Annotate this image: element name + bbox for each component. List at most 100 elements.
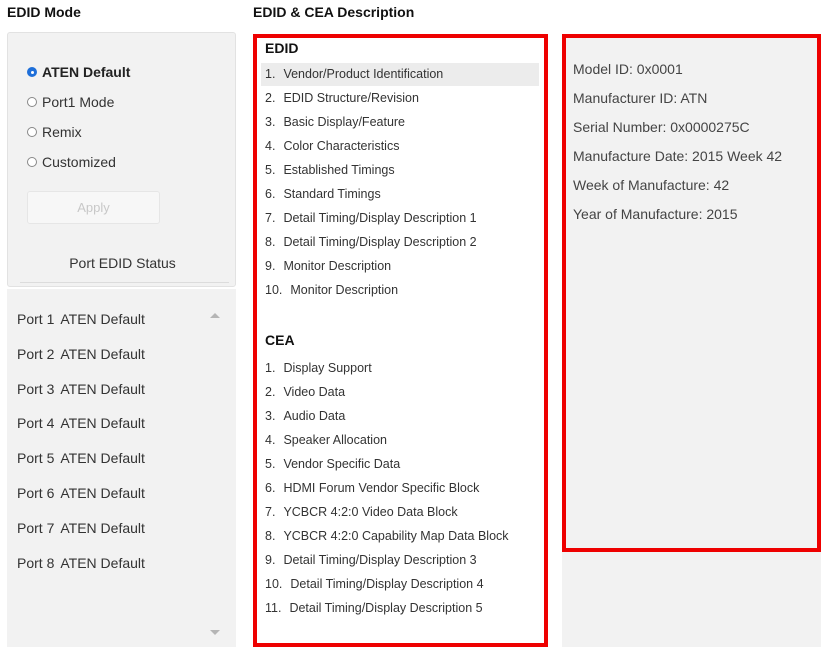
item-label: HDMI Forum Vendor Specific Block — [283, 481, 480, 495]
item-number: 10. — [265, 283, 283, 297]
cea-group-title: CEA — [265, 332, 295, 348]
edid-list-item[interactable]: 8. Detail Timing/Display Description 2 — [257, 231, 544, 254]
cea-list-item[interactable]: 8. YCBCR 4:2:0 Capability Map Data Block — [257, 525, 544, 548]
apply-button[interactable]: Apply — [27, 191, 160, 224]
detail-line: Serial Number: 0x0000275C — [573, 119, 750, 135]
port-status-item: Port 4 ATEN Default — [17, 413, 145, 433]
mode-option-label: Port1 Mode — [42, 94, 115, 110]
port-status-item: Port 6 ATEN Default — [17, 483, 145, 503]
item-number: 6. — [265, 481, 276, 495]
edid-list-item[interactable]: 4. Color Characteristics — [257, 135, 544, 158]
edid-mode-panel: ATEN Default Port1 Mode Remix Customized Ap… — [7, 32, 236, 287]
item-number: 6. — [265, 187, 276, 201]
port-status-value: ATEN Default — [60, 380, 145, 397]
detail-line: Manufacture Date: 2015 Week 42 — [573, 148, 783, 164]
item-number: 9. — [265, 553, 276, 567]
item-label: Basic Display/Feature — [283, 115, 406, 129]
port-status-item: Port 2 ATEN Default — [17, 344, 145, 364]
item-label: Speaker Allocation — [283, 433, 387, 447]
mode-option[interactable]: Port1 Mode — [27, 92, 114, 112]
item-number: 3. — [265, 409, 276, 423]
mode-option-label: Remix — [42, 124, 82, 140]
cea-list-item[interactable]: 1. Display Support — [257, 357, 544, 380]
item-label: Monitor Description — [290, 283, 399, 297]
radio-button[interactable] — [27, 157, 37, 167]
mode-option-label: Customized — [42, 154, 116, 170]
port-status-item: Port 1 ATEN Default — [17, 309, 145, 329]
cea-list-item[interactable]: 5. Vendor Specific Data — [257, 453, 544, 476]
item-number: 3. — [265, 115, 276, 129]
item-label: Established Timings — [283, 163, 395, 177]
scroll-up-arrow-icon[interactable] — [210, 313, 220, 318]
mode-option[interactable]: Customized — [27, 152, 116, 172]
edid-group-title: EDID — [265, 40, 299, 56]
cea-list-item[interactable]: 10. Detail Timing/Display Description 4 — [257, 573, 544, 596]
item-label: Detail Timing/Display Description 1 — [283, 211, 477, 225]
item-label: Detail Timing/Display Description 5 — [289, 601, 483, 615]
detail-line: Model ID: 0x0001 — [573, 61, 683, 77]
port-status-item: Port 3 ATEN Default — [17, 379, 145, 399]
edid-mode-title: EDID Mode — [7, 4, 81, 20]
port-name: Port 7 — [17, 519, 55, 536]
divider — [20, 282, 229, 283]
item-number: 8. — [265, 529, 276, 543]
port-edid-status-title: Port EDID Status — [69, 255, 176, 271]
item-number: 11. — [265, 601, 282, 615]
cea-list-item[interactable]: 2. Video Data — [257, 381, 544, 404]
mode-option-label: ATEN Default — [42, 64, 131, 80]
edid-list-item[interactable]: 7. Detail Timing/Display Description 1 — [257, 207, 544, 230]
mode-option[interactable]: Remix — [27, 122, 82, 142]
port-name: Port 3 — [17, 380, 55, 397]
radio-button[interactable] — [27, 127, 37, 137]
item-number: 7. — [265, 211, 276, 225]
item-label: YCBCR 4:2:0 Capability Map Data Block — [283, 529, 509, 543]
detail-panel-filler — [562, 552, 821, 647]
port-name: Port 6 — [17, 485, 55, 501]
item-label: Video Data — [283, 385, 346, 399]
edid-list-item[interactable]: 3. Basic Display/Feature — [257, 111, 544, 134]
cea-list-item[interactable]: 7. YCBCR 4:2:0 Video Data Block — [257, 501, 544, 524]
item-number: 5. — [265, 163, 276, 177]
detail-line: Year of Manufacture: 2015 — [573, 206, 738, 222]
mode-option[interactable]: ATEN Default — [27, 62, 130, 82]
port-status-value: ATEN Default — [60, 485, 145, 501]
item-label: Detail Timing/Display Description 4 — [290, 577, 484, 591]
item-label: Detail Timing/Display Description 2 — [283, 235, 477, 249]
item-number: 7. — [265, 505, 276, 519]
cea-list-item[interactable]: 3. Audio Data — [257, 405, 544, 428]
port-name: Port 5 — [17, 450, 55, 467]
scroll-down-arrow-icon[interactable] — [210, 630, 220, 635]
edid-list-item[interactable]: 1. Vendor/Product Identification — [261, 63, 539, 86]
item-number: 4. — [265, 433, 276, 447]
item-label: Display Support — [283, 361, 372, 375]
edid-cea-description-title: EDID & CEA Description — [253, 4, 415, 20]
item-label: Standard Timings — [283, 187, 381, 201]
port-status-value: ATEN Default — [60, 311, 145, 327]
port-name: Port 4 — [17, 415, 55, 432]
cea-list-item[interactable]: 4. Speaker Allocation — [257, 429, 544, 452]
port-name: Port 8 — [17, 554, 55, 571]
radio-button[interactable] — [27, 97, 37, 107]
description-detail-panel: Model ID: 0x0001 Manufacturer ID: ATN Seri… — [562, 34, 821, 552]
port-status-value: ATEN Default — [60, 345, 145, 362]
item-number: 2. — [265, 91, 276, 105]
port-status-value: ATEN Default — [60, 450, 145, 467]
cea-list-item[interactable]: 9. Detail Timing/Display Description 3 — [257, 549, 544, 572]
port-status-value: ATEN Default — [60, 519, 145, 536]
edid-cea-list: EDID 1. Vendor/Product Identification 2. ED… — [253, 34, 548, 647]
edid-list-item[interactable]: 10. Monitor Description — [257, 279, 544, 302]
edid-list-item[interactable]: 6. Standard Timings — [257, 183, 544, 206]
item-label: Vendor/Product Identification — [283, 67, 444, 81]
item-label: Monitor Description — [283, 259, 392, 273]
port-status-value: ATEN Default — [60, 554, 145, 571]
edid-list-item[interactable]: 9. Monitor Description — [257, 255, 544, 278]
port-status-list[interactable]: Port 1 ATEN Default Port 2 ATEN Default Port… — [7, 289, 236, 647]
edid-list-item[interactable]: 2. EDID Structure/Revision — [257, 87, 544, 110]
item-number: 5. — [265, 457, 276, 471]
item-number: 1. — [265, 361, 276, 375]
cea-list-item[interactable]: 6. HDMI Forum Vendor Specific Block — [257, 477, 544, 500]
radio-button[interactable] — [27, 67, 37, 77]
cea-list-item[interactable]: 11. Detail Timing/Display Description 5 — [257, 597, 544, 620]
item-label: Audio Data — [283, 409, 346, 423]
edid-list-item[interactable]: 5. Established Timings — [257, 159, 544, 182]
